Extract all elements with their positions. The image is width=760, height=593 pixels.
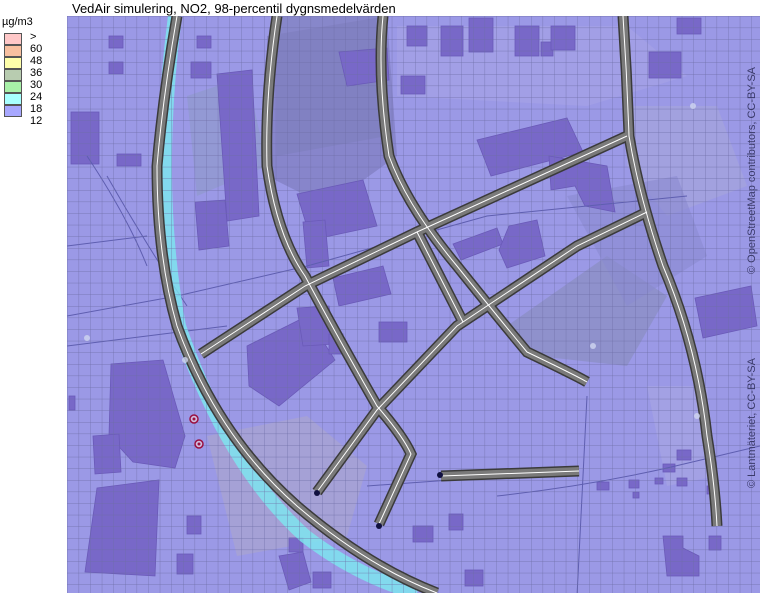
legend: µg/m3 > 60 48 36 30 24 18 12 (2, 16, 64, 127)
map-canvas (67, 16, 760, 593)
map-area[interactable] (67, 16, 760, 593)
legend-item: 36 (2, 65, 64, 81)
legend-item: > (2, 29, 64, 45)
credit-osm: © OpenStreetMap contributors, CC-BY-SA (746, 66, 758, 274)
legend-label: 12 (30, 115, 43, 127)
legend-item: 18 (2, 101, 64, 117)
legend-item: 30 (2, 77, 64, 93)
credit-lantmateriet: © Lantmäteriet, CC-BY-SA (746, 358, 758, 488)
legend-unit: µg/m3 (2, 16, 33, 28)
legend-item: 60 (2, 41, 64, 57)
legend-item: 24 (2, 89, 64, 105)
legend-item: 48 (2, 53, 64, 69)
legend-item: 12 (2, 113, 64, 127)
map-title: VedAir simulering, NO2, 98-percentil dyg… (72, 1, 396, 16)
